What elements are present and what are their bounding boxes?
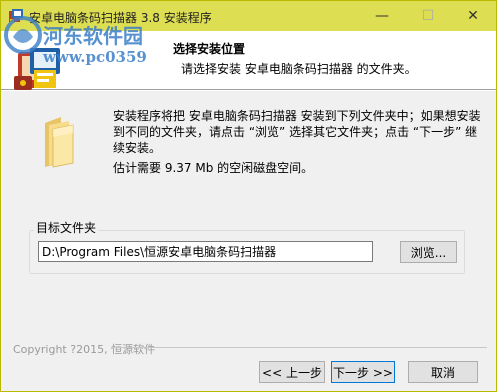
destination-path-input[interactable] [38,241,373,262]
watermark-text: 河东软件园 [43,24,143,48]
copyright-text: Copyright ?2015, 恒源软件 [13,343,156,356]
installer-window: 安卓电脑条码扫描器 3.8 安装程序 — ☐ ✕ 河东软件园 www.pc035… [0,0,497,392]
close-icon: ✕ [467,8,479,24]
header-divider-highlight [1,90,496,91]
install-description: 安装程序将把 安卓电脑条码扫描器 安装到下列文件夹中；如果想安装到不同的文件夹，… [113,109,481,155]
watermark-url: www.pc0359 [43,48,147,66]
watermark-logo-icon [4,16,42,54]
minimize-icon: — [375,8,389,24]
page-subtitle: 请选择安装 安卓电脑条码扫描器 的文件夹。 [181,62,417,76]
next-button[interactable]: 下一步 >> [331,361,395,383]
close-button[interactable]: ✕ [450,1,496,31]
browse-button[interactable]: 浏览... [400,241,457,263]
cancel-button[interactable]: 取消 [408,361,478,383]
destination-folder-label: 目标文件夹 [34,219,99,236]
space-required: 估计需要 9.37 Mb 的空闲磁盘空间。 [113,161,314,175]
maximize-icon: ☐ [421,8,435,24]
footer-divider [111,347,487,348]
page-title: 选择安装位置 [173,42,246,56]
back-button[interactable]: << 上一步 [259,361,325,383]
minimize-button[interactable]: — [359,1,405,31]
maximize-button[interactable]: ☐ [405,1,451,31]
folder-icon [45,117,74,168]
